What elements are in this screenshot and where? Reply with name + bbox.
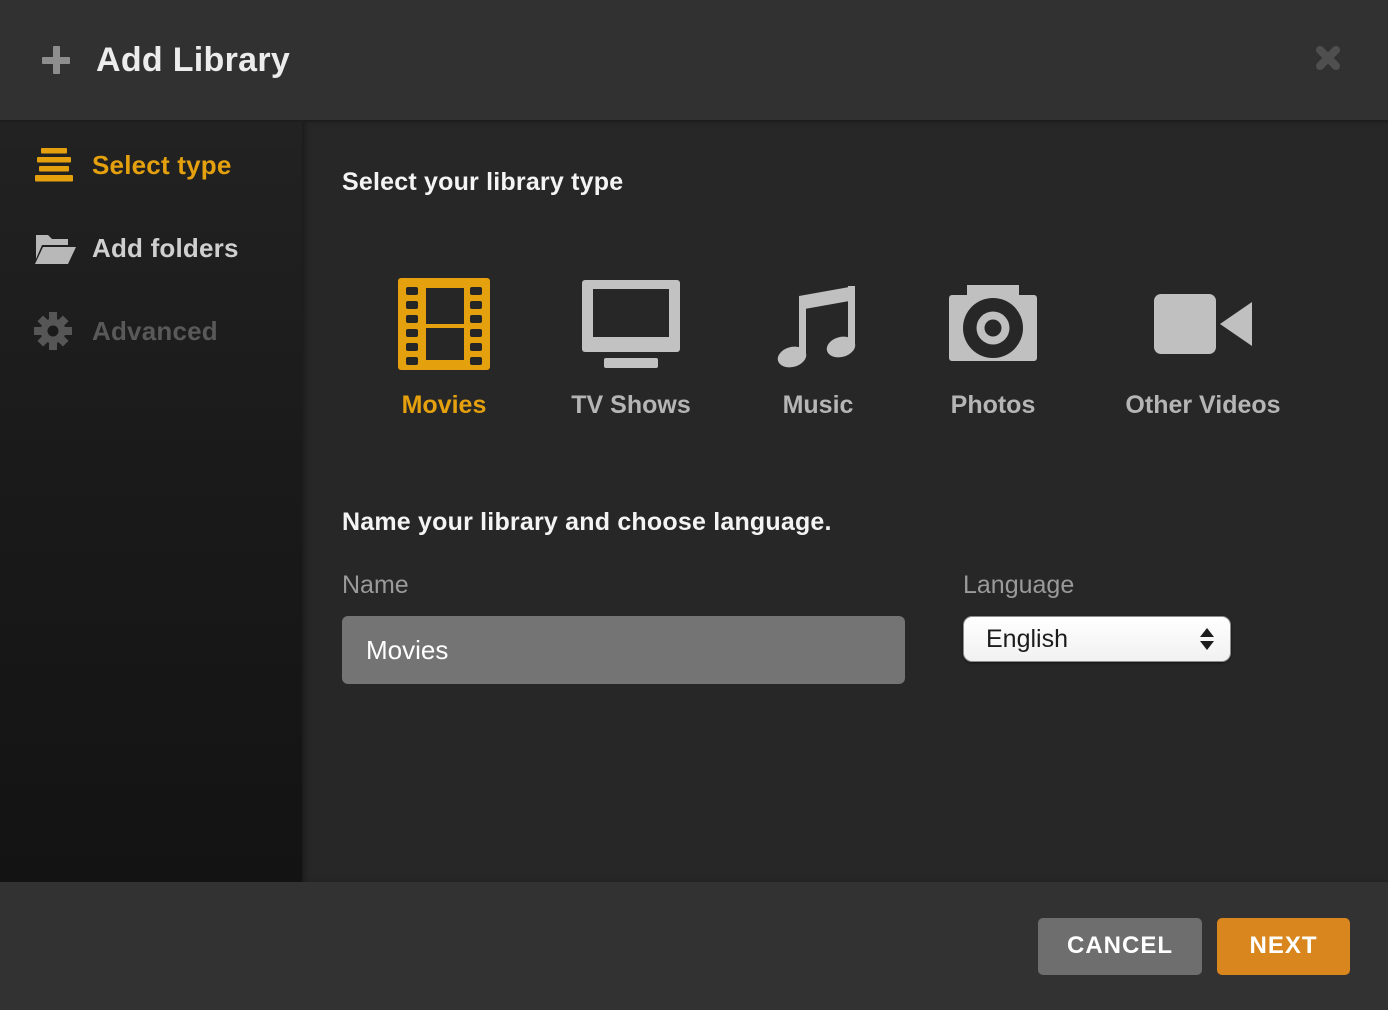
camera-icon bbox=[949, 277, 1037, 371]
next-button[interactable]: NEXT bbox=[1217, 918, 1350, 975]
library-type-label: Movies bbox=[402, 391, 487, 420]
library-type-photos[interactable]: Photos bbox=[920, 277, 1066, 420]
name-language-form: Name Language English bbox=[342, 571, 1388, 684]
library-type-label: Photos bbox=[951, 391, 1036, 420]
tv-icon bbox=[582, 277, 680, 371]
language-select[interactable]: English bbox=[963, 616, 1231, 662]
language-field-label: Language bbox=[963, 571, 1231, 600]
gear-icon bbox=[34, 312, 80, 350]
sidebar-item-add-folders[interactable]: Add folders bbox=[0, 223, 302, 273]
sidebar-item-select-type[interactable]: Select type bbox=[0, 140, 302, 190]
sidebar-item-label: Advanced bbox=[92, 316, 218, 347]
dialog-header: Add Library bbox=[0, 0, 1388, 120]
library-type-label: TV Shows bbox=[571, 391, 690, 420]
library-name-input[interactable] bbox=[342, 616, 905, 684]
sidebar-item-advanced: Advanced bbox=[0, 306, 302, 356]
language-selected-value: English bbox=[986, 625, 1068, 654]
plus-icon bbox=[40, 44, 72, 76]
list-lines-icon bbox=[34, 147, 80, 183]
sidebar-item-label: Select type bbox=[92, 150, 232, 181]
video-camera-icon bbox=[1154, 277, 1252, 371]
wizard-steps-sidebar: Select type Add folders bbox=[0, 122, 302, 882]
close-icon[interactable] bbox=[1308, 38, 1348, 83]
wizard-step-content: Select your library type bbox=[302, 122, 1388, 882]
dialog-footer: CANCEL NEXT bbox=[0, 882, 1388, 1010]
library-type-music[interactable]: Music bbox=[716, 277, 920, 420]
library-type-picker: Movies TV Shows bbox=[342, 277, 1388, 420]
film-strip-icon bbox=[398, 277, 490, 371]
music-note-icon bbox=[773, 277, 863, 371]
sidebar-item-label: Add folders bbox=[92, 233, 239, 264]
library-type-other-videos[interactable]: Other Videos bbox=[1066, 277, 1340, 420]
library-type-tv-shows[interactable]: TV Shows bbox=[546, 277, 716, 420]
dialog-title: Add Library bbox=[96, 41, 290, 80]
folder-open-icon bbox=[34, 231, 80, 265]
type-section-heading: Select your library type bbox=[342, 168, 1388, 197]
name-section-heading: Name your library and choose language. bbox=[342, 508, 1388, 537]
library-type-label: Music bbox=[783, 391, 854, 420]
cancel-button[interactable]: CANCEL bbox=[1038, 918, 1202, 975]
library-type-movies[interactable]: Movies bbox=[342, 277, 546, 420]
name-field-label: Name bbox=[342, 571, 905, 600]
library-type-label: Other Videos bbox=[1125, 391, 1280, 420]
select-stepper-icon bbox=[1200, 628, 1214, 650]
